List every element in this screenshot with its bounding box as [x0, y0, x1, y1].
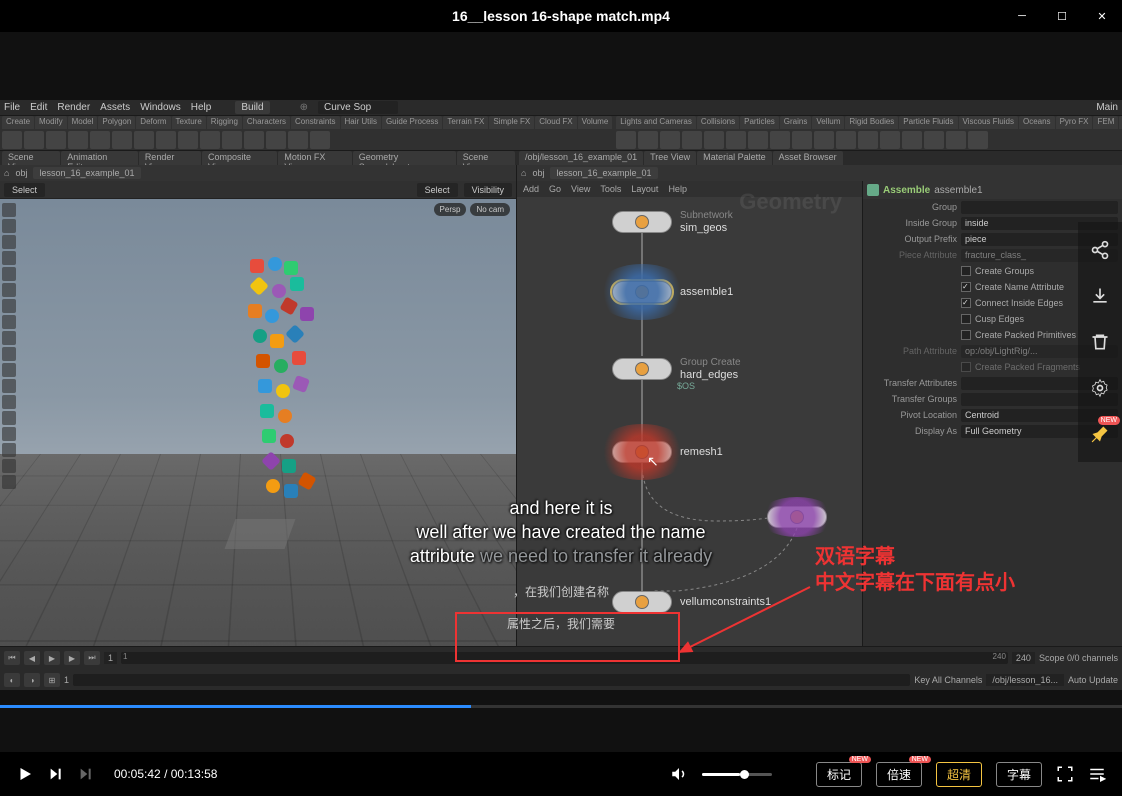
tag-quality[interactable]: 超清	[936, 762, 982, 787]
search-field[interactable]: Curve Sop	[318, 101, 398, 114]
select-mode[interactable]: Select	[4, 183, 45, 197]
pane-tabs-right[interactable]: /obj/lesson_16_example_01Tree ViewMateri…	[517, 151, 1122, 165]
menu-assets[interactable]: Assets	[100, 102, 130, 113]
pane-tabs-left[interactable]: Scene ViewAnimation EditorRender ViewCom…	[0, 151, 517, 165]
dollar-os: $OS	[677, 381, 695, 391]
menu-file[interactable]: File	[4, 102, 20, 113]
fullscreen-icon[interactable]	[1056, 765, 1074, 783]
menu-help[interactable]: Help	[191, 102, 212, 113]
annotation-text: 双语字幕 中文字幕在下面有点小	[815, 544, 1015, 596]
tl-chan-track[interactable]	[73, 674, 910, 686]
cam-persp[interactable]: Persp	[434, 203, 467, 216]
menu-render[interactable]: Render	[57, 102, 90, 113]
viewport-left-toolbar[interactable]	[2, 203, 18, 686]
parm-row[interactable]: Group	[863, 199, 1122, 215]
share-icon[interactable]	[1088, 238, 1112, 262]
network-bg-label: Geometry	[739, 189, 842, 215]
shelf[interactable]: CreateModifyModelPolygonDeformTextureRig…	[0, 115, 1122, 151]
volume-slider[interactable]	[702, 773, 772, 776]
node-assemble1[interactable]: assemble1	[612, 281, 733, 303]
minimize-button[interactable]: ─	[1002, 0, 1042, 32]
tag-speed[interactable]: 倍速NEW	[876, 762, 922, 787]
play-button[interactable]	[16, 765, 34, 783]
pin-icon[interactable]: NEW	[1088, 422, 1112, 446]
tl-next[interactable]: ▶	[64, 651, 80, 665]
menu-windows[interactable]: Windows	[140, 102, 181, 113]
player-sidebar[interactable]: NEW	[1078, 222, 1122, 462]
node-type-icon	[867, 184, 879, 196]
tl-prev[interactable]: ◀	[24, 651, 40, 665]
parm-node-type: Assemble	[883, 185, 930, 196]
desktop-selector[interactable]: Build	[235, 101, 269, 114]
node-sim_geos[interactable]: Subnetworksim_geos	[612, 209, 733, 235]
main-take[interactable]: Main	[1096, 102, 1118, 113]
vp-tab[interactable]: lesson_16_example_01	[33, 167, 140, 179]
cam-nocam[interactable]: No cam	[470, 203, 510, 216]
tag-mark[interactable]: 标记NEW	[816, 762, 862, 787]
close-button[interactable]: ✕	[1082, 0, 1122, 32]
vp-path[interactable]: obj	[15, 168, 27, 178]
maximize-button[interactable]: ☐	[1042, 0, 1082, 32]
delete-icon[interactable]	[1088, 330, 1112, 354]
subtitle-en-2: well after we have created the name	[301, 520, 821, 544]
download-icon[interactable]	[1088, 284, 1112, 308]
playlist-icon[interactable]	[1088, 765, 1106, 783]
parm-node-name[interactable]: assemble1	[934, 185, 982, 196]
player-controls: 00:05:42 / 00:13:58 标记NEW 倍速NEW 超清 字幕	[0, 752, 1122, 796]
progress-bar[interactable]	[0, 705, 1122, 708]
video-area: File Edit Render Assets Windows Help Bui…	[0, 32, 1122, 752]
step-button[interactable]	[78, 766, 94, 782]
node-hard_edges[interactable]: Group Createhard_edges	[612, 356, 741, 382]
window-title: 16__lesson 16-shape match.mp4	[452, 8, 670, 24]
tag-subtitle[interactable]: 字幕	[996, 762, 1042, 787]
tl-play[interactable]: ▶	[44, 651, 60, 665]
menu-edit[interactable]: Edit	[30, 102, 47, 113]
time-current: 00:05:42	[114, 767, 161, 781]
tl-first[interactable]: ⏮	[4, 651, 20, 665]
window-titlebar: 16__lesson 16-shape match.mp4 ─ ☐ ✕	[0, 0, 1122, 32]
settings-icon[interactable]	[1088, 376, 1112, 400]
next-button[interactable]	[48, 766, 64, 782]
subtitle-en-1: and here it is	[301, 496, 821, 520]
tl-last[interactable]: ⏭	[84, 651, 100, 665]
volume-icon[interactable]	[670, 765, 688, 783]
node-remesh1[interactable]: remesh1	[612, 441, 723, 463]
annotation-box	[455, 612, 680, 662]
subtitle-cn-1: ，在我们创建名称	[301, 584, 821, 600]
time-total: 00:13:58	[171, 767, 218, 781]
houdini-menubar[interactable]: File Edit Render Assets Windows Help Bui…	[0, 100, 1122, 115]
